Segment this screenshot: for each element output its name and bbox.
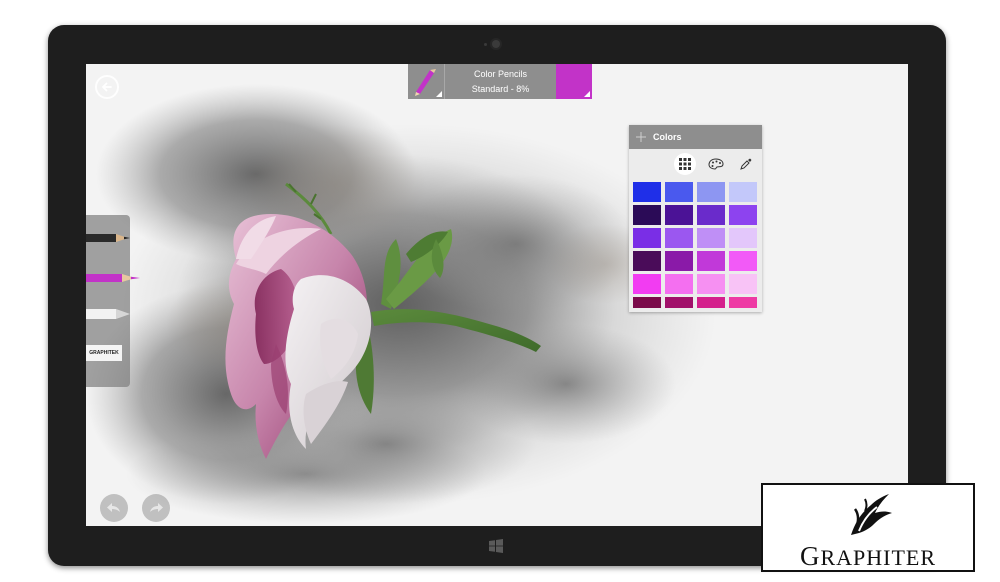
color-swatch[interactable] (633, 205, 661, 225)
eraser-brand-label: GRAPHITEK (89, 350, 119, 356)
expand-corner-icon (436, 91, 442, 97)
color-swatch[interactable] (729, 228, 757, 248)
brush-name: Color Pencils (473, 69, 528, 80)
redo-button[interactable] (142, 494, 170, 522)
current-color-swatch[interactable] (556, 64, 592, 99)
windows-button[interactable] (486, 536, 506, 556)
colors-tabs (629, 149, 762, 179)
undo-icon (107, 503, 120, 512)
palette-icon (708, 158, 724, 170)
color-swatch[interactable] (729, 297, 757, 308)
color-swatch[interactable] (665, 228, 693, 248)
color-swatch[interactable] (665, 182, 693, 202)
windows-logo-icon (489, 539, 503, 553)
color-swatch[interactable] (729, 182, 757, 202)
undo-button[interactable] (100, 494, 128, 522)
sensor-dot (484, 43, 487, 46)
eraser-icon[interactable]: GRAPHITEK (86, 345, 122, 361)
move-handle-icon[interactable] (629, 125, 653, 149)
brush-preview[interactable] (408, 64, 445, 99)
color-swatch-grid (633, 182, 758, 308)
eyedropper-tab[interactable] (735, 153, 757, 175)
color-swatch[interactable] (633, 274, 661, 294)
color-swatch[interactable] (665, 297, 693, 308)
logo-rest: RAPHITER (820, 545, 937, 570)
eyedropper-icon (740, 158, 752, 170)
redo-icon (150, 503, 163, 512)
back-button[interactable] (95, 75, 119, 99)
color-swatch[interactable] (729, 205, 757, 225)
color-swatch[interactable] (665, 251, 693, 271)
tool-palette: GRAPHITEK (86, 215, 140, 387)
color-swatch[interactable] (729, 274, 757, 294)
color-swatch[interactable] (633, 182, 661, 202)
color-swatch[interactable] (697, 297, 725, 308)
drawing-screen: Color Pencils Standard - 8% GRAPHITEK Co… (86, 64, 908, 526)
color-swatch[interactable] (697, 251, 725, 271)
color-swatch[interactable] (633, 297, 661, 308)
colors-panel-title: Colors (653, 132, 682, 142)
graphiter-wordmark: GRAPHITER (763, 541, 973, 572)
color-swatch[interactable] (729, 251, 757, 271)
brush-selector[interactable]: Color Pencils Standard - 8% (408, 64, 592, 99)
graphite-pencil-icon[interactable] (86, 231, 136, 245)
color-pencil-icon[interactable] (86, 271, 144, 285)
color-swatch[interactable] (697, 228, 725, 248)
color-swatch[interactable] (697, 205, 725, 225)
colors-panel-header[interactable]: Colors (629, 125, 762, 149)
logo-initial: G (799, 541, 821, 571)
expand-corner-icon (584, 91, 590, 97)
colors-panel: Colors (629, 125, 762, 312)
back-arrow-icon (101, 82, 112, 92)
camera (492, 40, 500, 48)
swatch-grid-tab[interactable] (674, 153, 696, 175)
color-swatch[interactable] (697, 182, 725, 202)
color-swatch[interactable] (665, 205, 693, 225)
color-swatch[interactable] (697, 274, 725, 294)
swatch-grid-icon (679, 158, 691, 170)
palette-tab[interactable] (705, 153, 727, 175)
color-swatch[interactable] (633, 251, 661, 271)
color-swatch[interactable] (665, 274, 693, 294)
graphiter-logo: GRAPHITER (761, 483, 975, 572)
brush-info[interactable]: Color Pencils Standard - 8% (445, 64, 556, 99)
graphiter-mark-icon (851, 494, 892, 535)
brush-settings: Standard - 8% (471, 83, 530, 94)
paper-stump-icon[interactable] (86, 307, 136, 321)
drawing-canvas[interactable] (86, 64, 908, 526)
color-swatch[interactable] (633, 228, 661, 248)
